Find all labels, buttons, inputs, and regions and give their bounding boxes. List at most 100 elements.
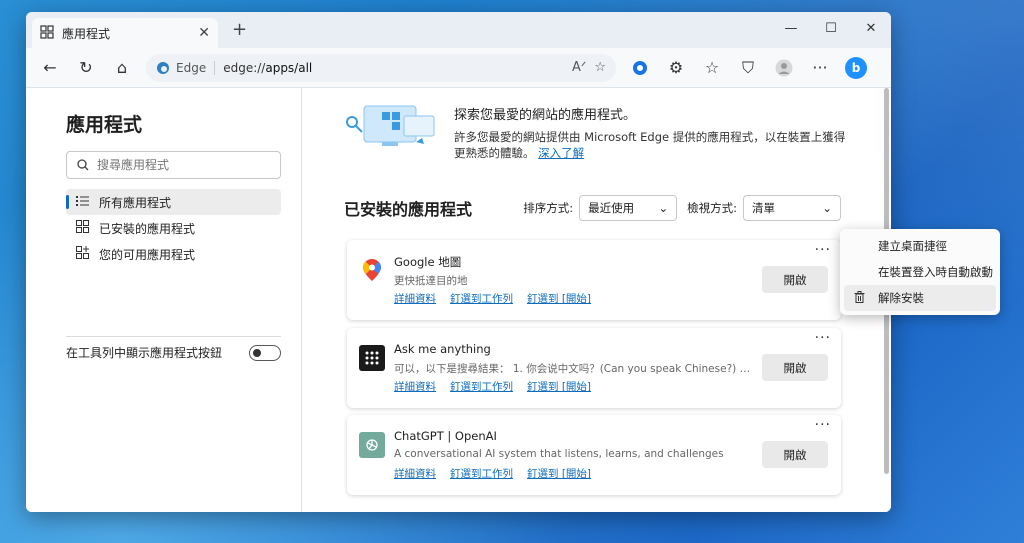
sidebar-divider [66,336,281,337]
url-path: apps/all [265,60,313,75]
tab-close-icon[interactable]: ✕ [198,25,210,41]
menu-item-create-shortcut[interactable]: 建立桌面捷徑 [844,233,996,259]
banner-text: 探索您最愛的網站的應用程式。 許多您最愛的網站提供由 Microsoft Edg… [454,102,854,161]
view-value: 清單 [752,201,775,216]
sidebar-item-label: 您的可用應用程式 [99,247,196,262]
close-window-button[interactable]: ✕ [851,12,891,44]
app-card-google-maps: Google 地圖 更快抵達目的地 詳細資料 釘選到工作列 釘選到 [開始] ·… [347,240,841,320]
pin-start-link[interactable]: 釘選到 [開始] [527,466,591,481]
maximize-button[interactable]: ☐ [811,12,851,44]
browser-essentials-icon[interactable]: ⛉ [732,53,764,83]
chevron-down-icon: ⌄ [822,201,832,216]
more-options-icon[interactable]: ··· [815,242,831,258]
open-app-button[interactable]: 開啟 [762,266,828,293]
home-button[interactable]: ⌂ [106,53,138,83]
sidebar-item-label: 所有應用程式 [99,195,172,210]
learn-more-link[interactable]: 深入了解 [538,146,584,160]
extension-blue-icon[interactable] [624,53,656,83]
menu-item-label: 解除安裝 [878,291,924,305]
toggle-label: 在工具列中顯示應用程式按鈕 [66,346,223,360]
edge-logo-icon [157,61,169,74]
menu-item-uninstall[interactable]: 解除安裝 [844,285,996,311]
show-apps-button-toggle[interactable] [249,344,281,361]
pin-taskbar-link[interactable]: 釘選到工作列 [450,466,513,481]
app-name: Google 地圖 [394,255,462,269]
details-link[interactable]: 詳細資料 [394,466,436,481]
search-input[interactable] [97,158,270,172]
chevron-down-icon: ⌄ [658,201,669,216]
more-options-icon[interactable]: ··· [804,53,836,83]
open-app-button[interactable]: 開啟 [762,441,828,468]
minimize-button[interactable]: — [771,12,811,44]
sidebar-item-all-apps[interactable]: 所有應用程式 [66,189,281,215]
window-controls: — ☐ ✕ [771,12,891,44]
search-icon [77,159,89,171]
svg-text:b: b [852,61,861,75]
app-name: Ask me anything [394,342,491,356]
favorite-star-icon[interactable]: ☆ [594,60,606,75]
sidebar-item-label: 已安裝的應用程式 [99,221,196,236]
details-link[interactable]: 詳細資料 [394,379,436,394]
back-button[interactable]: ← [34,53,66,83]
more-options-icon[interactable]: ··· [815,417,831,433]
discover-banner: 探索您最愛的網站的應用程式。 許多您最愛的網站提供由 Microsoft Edg… [344,102,891,161]
menu-item-auto-start[interactable]: 在裝置登入時自動啟動 [844,259,996,285]
browser-tab[interactable]: 應用程式 ✕ [32,18,218,48]
view-dropdown[interactable]: 清單 ⌄ [743,195,841,222]
sidebar-item-available-apps[interactable]: 您的可用應用程式 [66,241,281,267]
app-name: ChatGPT | OpenAI [394,429,497,443]
site-identity[interactable]: Edge [156,61,206,75]
sort-value: 最近使用 [588,201,635,216]
available-apps-icon [76,246,89,262]
installed-title: 已安裝的應用程式 [344,200,473,220]
main-panel: 探索您最愛的網站的應用程式。 許多您最愛的網站提供由 Microsoft Edg… [302,88,891,512]
view-label: 檢視方式: [687,201,737,216]
trash-icon [854,291,865,306]
extensions-icon[interactable]: ⚙ [660,53,692,83]
list-icon [76,195,89,210]
app-description: A conversational AI system that listens,… [394,448,724,460]
sort-dropdown[interactable]: 最近使用 ⌄ [579,195,678,222]
url-text: edge://apps/all [223,61,564,75]
sidebar-nav: 所有應用程式 已安裝的應用程式 您的可用應用程式 [66,189,281,267]
page-content: 應用程式 所有應用程式 已安裝的應用程式 您的可用應用程式 [26,88,891,512]
banner-description-text: 許多您最愛的網站提供由 Microsoft Edge 提供的應用程式，以在裝置上… [454,130,846,161]
pin-taskbar-link[interactable]: 釘選到工作列 [450,291,513,306]
banner-description: 許多您最愛的網站提供由 Microsoft Edge 提供的應用程式，以在裝置上… [454,129,854,161]
pin-start-link[interactable]: 釘選到 [開始] [527,291,591,306]
app-links: 詳細資料 釘選到工作列 釘選到 [開始] [394,379,591,394]
app-links: 詳細資料 釘選到工作列 釘選到 [開始] [394,291,591,306]
bing-copilot-icon[interactable]: b [840,53,872,83]
new-tab-button[interactable]: + [232,19,247,40]
sidebar-item-installed-apps[interactable]: 已安裝的應用程式 [66,215,281,241]
banner-title: 探索您最愛的網站的應用程式。 [454,108,637,123]
title-bar: 應用程式 ✕ + — ☐ ✕ [26,12,891,48]
installed-header: 已安裝的應用程式 排序方式: 最近使用 ⌄ 檢視方式: 清單 ⌄ [344,195,841,222]
apps-illustration [344,102,440,158]
app-card-chatgpt: ChatGPT | OpenAI A conversational AI sys… [347,415,841,495]
details-link[interactable]: 詳細資料 [394,291,436,306]
app-description: 可以，以下是搜尋結果： 1. 你会说中文吗？(Can you speak Chi… [394,363,754,375]
refresh-button[interactable]: ↻ [70,53,102,83]
url-prefix: edge:// [223,60,266,75]
browser-window: 應用程式 ✕ + — ☐ ✕ ← ↻ ⌂ Edge edge://apps/al… [26,12,891,512]
favorites-icon[interactable]: ☆ [696,53,728,83]
read-aloud-icon[interactable]: Aᐟ [572,60,586,75]
app-card-ask-me-anything: Ask me anything 可以，以下是搜尋結果： 1. 你会说中文吗？(C… [347,328,841,408]
sidebar-title: 應用程式 [66,114,143,136]
app-description: 更快抵達目的地 [394,275,468,287]
address-divider [214,60,216,75]
pin-start-link[interactable]: 釘選到 [開始] [527,379,591,394]
browser-toolbar: ← ↻ ⌂ Edge edge://apps/all Aᐟ ☆ ⚙ ☆ ⛉ ··… [26,48,891,88]
address-bar[interactable]: Edge edge://apps/all Aᐟ ☆ [146,53,616,82]
chatgpt-icon [359,432,385,458]
installed-apps-icon [76,220,89,236]
apps-grid-icon [40,24,54,42]
search-box[interactable] [66,151,281,179]
ask-me-anything-icon [359,345,385,371]
tab-title: 應用程式 [62,26,111,41]
pin-taskbar-link[interactable]: 釘選到工作列 [450,379,513,394]
more-options-icon[interactable]: ··· [815,330,831,346]
profile-avatar[interactable] [768,53,800,83]
open-app-button[interactable]: 開啟 [762,354,828,381]
